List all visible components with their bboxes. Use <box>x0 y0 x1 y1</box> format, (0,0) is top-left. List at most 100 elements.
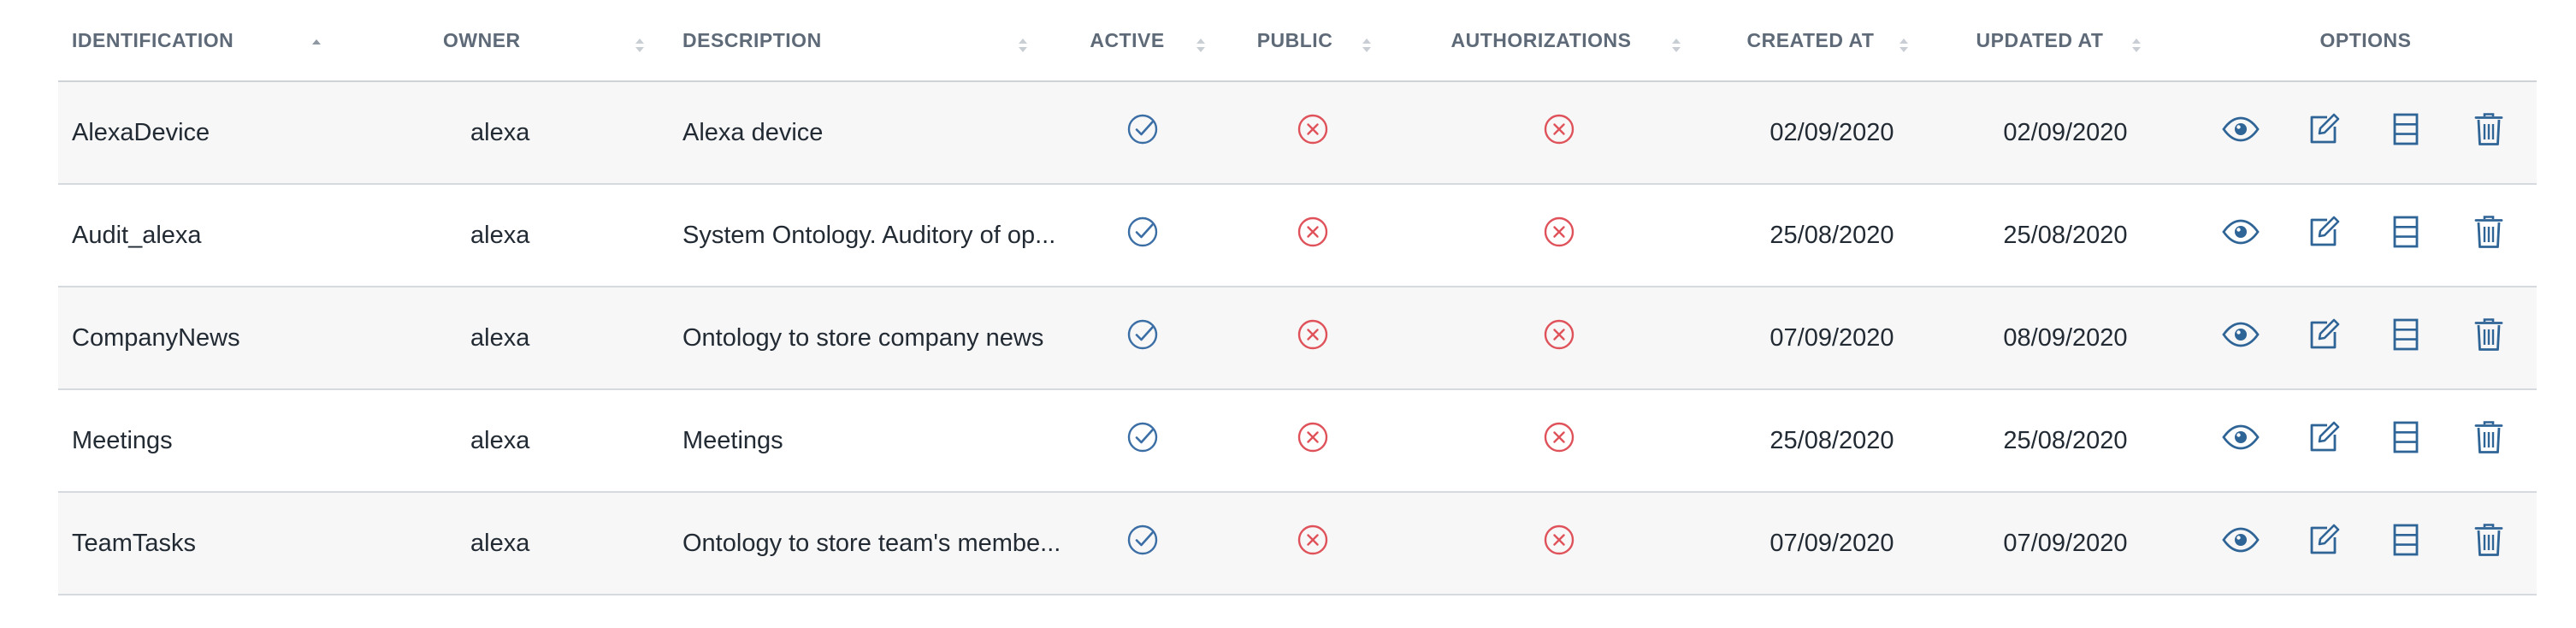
cell-description: Ontology to store team's membe... <box>669 492 1067 595</box>
cell-active <box>1067 184 1238 287</box>
column-label: OWNER <box>443 28 521 51</box>
edit-icon <box>2307 317 2341 358</box>
edit-icon <box>2307 420 2341 461</box>
ontologies-table: IDENTIFICATION OWNER DESCRIPTION ACTIVE <box>58 0 2537 595</box>
cell-identification[interactable]: CompanyNews <box>58 287 434 390</box>
list-icon <box>2392 420 2419 461</box>
view-button[interactable] <box>2221 113 2260 152</box>
column-header-identification[interactable]: IDENTIFICATION <box>58 0 434 82</box>
cell-active <box>1067 389 1238 493</box>
column-label: OPTIONS <box>2319 28 2412 51</box>
column-header-owner[interactable]: OWNER <box>434 0 669 82</box>
x-circle-icon <box>1296 317 1330 358</box>
cell-owner: alexa <box>434 492 669 595</box>
table-body: AlexaDevice alexa Alexa device 02/09/202… <box>58 81 2537 595</box>
cell-authorizations <box>1409 287 1717 390</box>
table-row[interactable]: Audit_alexa alexa System Ontology. Audit… <box>58 184 2537 287</box>
edit-button[interactable] <box>2304 318 2343 358</box>
cell-active <box>1067 81 1238 185</box>
trash-icon <box>2474 112 2503 153</box>
x-circle-icon <box>1296 112 1330 153</box>
column-header-created-at[interactable]: CREATED AT <box>1717 0 1947 82</box>
details-button[interactable] <box>2386 421 2425 460</box>
delete-button[interactable] <box>2469 524 2508 563</box>
column-label: UPDATED AT <box>1976 28 2104 51</box>
delete-button[interactable] <box>2469 318 2508 358</box>
delete-button[interactable] <box>2469 113 2508 152</box>
column-header-authorizations[interactable]: AUTHORIZATIONS <box>1409 0 1717 82</box>
ontologies-table-container: IDENTIFICATION OWNER DESCRIPTION ACTIVE <box>58 0 2537 595</box>
column-header-active[interactable]: ACTIVE <box>1067 0 1238 82</box>
details-button[interactable] <box>2386 524 2425 563</box>
row-actions <box>2184 185 2537 285</box>
table-row[interactable]: Meetings alexa Meetings 25/08/2020 25/08… <box>58 389 2537 493</box>
cell-authorizations <box>1409 492 1717 595</box>
details-button[interactable] <box>2386 113 2425 152</box>
sort-icon[interactable] <box>1196 38 1205 52</box>
edit-icon <box>2307 112 2341 153</box>
sort-icon[interactable] <box>2131 38 2141 52</box>
cell-created-at: 07/09/2020 <box>1717 287 1947 390</box>
cell-created-at: 07/09/2020 <box>1717 492 1947 595</box>
column-label: DESCRIPTION <box>682 28 822 51</box>
view-button[interactable] <box>2221 318 2260 358</box>
cell-identification[interactable]: Audit_alexa <box>58 184 434 287</box>
cell-owner: alexa <box>434 389 669 493</box>
column-header-updated-at[interactable]: UPDATED AT <box>1947 0 2184 82</box>
column-header-description[interactable]: DESCRIPTION <box>669 0 1067 82</box>
sort-icon[interactable] <box>1362 38 1371 52</box>
details-button[interactable] <box>2386 318 2425 358</box>
cell-authorizations <box>1409 184 1717 287</box>
table-header: IDENTIFICATION OWNER DESCRIPTION ACTIVE <box>58 0 2537 82</box>
cell-identification[interactable]: AlexaDevice <box>58 81 434 185</box>
edit-button[interactable] <box>2304 113 2343 152</box>
cell-description: Meetings <box>669 389 1067 493</box>
cell-owner: alexa <box>434 81 669 185</box>
sort-icon[interactable] <box>1671 38 1681 52</box>
cell-public <box>1238 389 1409 493</box>
x-circle-icon <box>1542 523 1576 564</box>
edit-button[interactable] <box>2304 524 2343 563</box>
row-actions <box>2184 82 2537 182</box>
edit-button[interactable] <box>2304 421 2343 460</box>
view-button[interactable] <box>2221 216 2260 255</box>
cell-public <box>1238 81 1409 185</box>
table-row[interactable]: CompanyNews alexa Ontology to store comp… <box>58 287 2537 390</box>
cell-public <box>1238 287 1409 390</box>
delete-button[interactable] <box>2469 421 2508 460</box>
sort-icon[interactable] <box>635 38 644 52</box>
trash-icon <box>2474 317 2503 358</box>
x-circle-icon <box>1542 112 1576 153</box>
table-row[interactable]: TeamTasks alexa Ontology to store team's… <box>58 492 2537 595</box>
cell-options <box>2184 81 2537 185</box>
table-row[interactable]: AlexaDevice alexa Alexa device 02/09/202… <box>58 81 2537 185</box>
sort-icon[interactable] <box>1018 38 1027 52</box>
column-label: CREATED AT <box>1746 28 1875 51</box>
view-button[interactable] <box>2221 421 2260 460</box>
cell-updated-at: 02/09/2020 <box>1947 81 2184 185</box>
edit-icon <box>2307 215 2341 256</box>
cell-updated-at: 25/08/2020 <box>1947 389 2184 493</box>
x-circle-icon <box>1296 215 1330 256</box>
eye-icon <box>2222 322 2260 354</box>
list-icon <box>2392 523 2419 564</box>
eye-icon <box>2222 424 2260 457</box>
edit-icon <box>2307 523 2341 564</box>
cell-updated-at: 07/09/2020 <box>1947 492 2184 595</box>
delete-button[interactable] <box>2469 216 2508 255</box>
cell-created-at: 02/09/2020 <box>1717 81 1947 185</box>
cell-authorizations <box>1409 81 1717 185</box>
details-button[interactable] <box>2386 216 2425 255</box>
cell-options <box>2184 389 2537 493</box>
cell-identification[interactable]: TeamTasks <box>58 492 434 595</box>
cell-created-at: 25/08/2020 <box>1717 184 1947 287</box>
sort-asc-icon[interactable] <box>311 38 321 51</box>
row-actions <box>2184 493 2537 593</box>
cell-options <box>2184 287 2537 390</box>
sort-icon[interactable] <box>1899 38 1908 52</box>
cell-identification[interactable]: Meetings <box>58 389 434 493</box>
cell-public <box>1238 184 1409 287</box>
edit-button[interactable] <box>2304 216 2343 255</box>
column-header-public[interactable]: PUBLIC <box>1238 0 1409 82</box>
view-button[interactable] <box>2221 524 2260 563</box>
